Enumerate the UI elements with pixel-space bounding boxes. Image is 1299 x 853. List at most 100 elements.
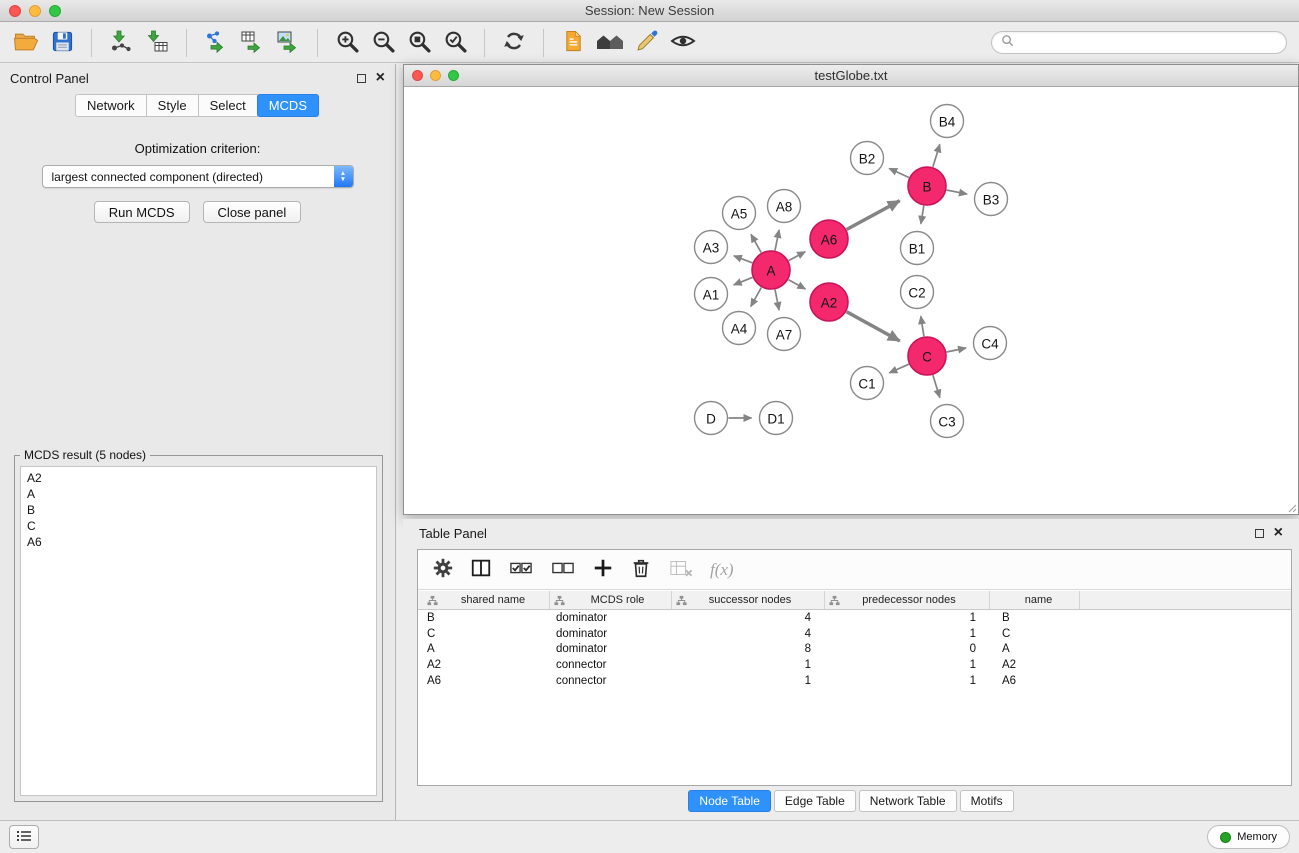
graph-node-A7[interactable]: A7 [768,318,801,351]
table-cell[interactable]: 1 [825,612,990,624]
float-panel-icon[interactable] [1255,529,1264,538]
table-cell[interactable]: A6 [418,675,550,687]
graph-node-D1[interactable]: D1 [760,402,793,435]
graph-node-B2[interactable]: B2 [851,142,884,175]
table-cell[interactable]: B [990,612,1080,624]
tab-select[interactable]: Select [198,94,258,117]
export-image-button[interactable] [272,27,304,59]
graph-node-A2[interactable]: A2 [810,283,848,321]
graph-edge-A-A5[interactable] [751,234,761,252]
graph-edge-A-A6[interactable] [789,252,806,261]
reset-views-button[interactable] [593,27,627,59]
export-network-button[interactable] [200,27,232,59]
graph-edge-B-B4[interactable] [933,144,940,167]
table-cell[interactable]: dominator [550,628,672,640]
network-zoom-button[interactable] [448,70,459,81]
tab-motifs[interactable]: Motifs [960,790,1014,812]
graph-node-B3[interactable]: B3 [975,183,1008,216]
column-header-shared-name[interactable]: shared name [418,591,550,609]
graph-edge-A-A3[interactable] [734,256,752,263]
network-close-button[interactable] [412,70,423,81]
close-panel-icon[interactable]: × [1274,528,1283,538]
table-row[interactable]: Adominator80A [418,642,1291,658]
task-history-button[interactable] [9,825,39,849]
graph-node-C4[interactable]: C4 [974,327,1007,360]
table-cell[interactable]: A6 [990,675,1080,687]
minimize-window-button[interactable] [29,5,41,17]
open-file-button[interactable] [10,27,42,59]
mcds-result-item[interactable]: B [27,502,370,518]
table-cell[interactable]: C [418,628,550,640]
table-cell[interactable]: dominator [550,643,672,655]
show-columns-button[interactable] [470,557,492,582]
zoom-window-button[interactable] [49,5,61,17]
graph-node-A1[interactable]: A1 [695,278,728,311]
float-panel-icon[interactable] [357,74,366,83]
column-header-successor-nodes[interactable]: successor nodes [672,591,825,609]
table-cell[interactable]: B [418,612,550,624]
column-header-predecessor-nodes[interactable]: predecessor nodes [825,591,990,609]
delete-table-button[interactable] [668,557,694,582]
search-input[interactable] [1019,36,1277,50]
graph-node-B[interactable]: B [908,167,946,205]
table-cell[interactable]: 4 [672,612,825,624]
export-table-button[interactable] [236,27,268,59]
graph-edge-C-C4[interactable] [947,348,966,352]
graph-node-A[interactable]: A [752,251,790,289]
graph-node-A3[interactable]: A3 [695,231,728,264]
run-mcds-button[interactable]: Run MCDS [94,201,190,223]
import-network-button[interactable] [105,27,137,59]
table-settings-button[interactable] [432,557,454,582]
function-builder-button[interactable]: f(x) [710,560,734,580]
graph-node-B1[interactable]: B1 [901,232,934,265]
graph-node-A6[interactable]: A6 [810,220,848,258]
graph-node-A5[interactable]: A5 [723,197,756,230]
select-all-button[interactable] [508,557,534,582]
zoom-in-button[interactable] [331,27,363,59]
graph-edge-A-A1[interactable] [734,277,753,285]
graph-edge-A-A7[interactable] [775,290,779,310]
graph-edge-C-C1[interactable] [889,364,909,373]
table-cell[interactable]: connector [550,675,672,687]
table-cell[interactable]: A2 [990,659,1080,671]
graph-node-C2[interactable]: C2 [901,276,934,309]
table-row[interactable]: A6connector11A6 [418,673,1291,689]
delete-column-button[interactable] [630,557,652,582]
add-column-button[interactable] [592,557,614,582]
mcds-result-item[interactable]: C [27,518,370,534]
graph-node-C[interactable]: C [908,337,946,375]
graph-edge-A-A8[interactable] [775,230,779,250]
graph-node-A4[interactable]: A4 [723,312,756,345]
first-neighbors-button[interactable] [557,27,589,59]
graph-edge-A6-B[interactable] [847,201,900,230]
graph-node-C3[interactable]: C3 [931,405,964,438]
show-graphics-details-button[interactable] [667,27,699,59]
zoom-selected-button[interactable] [439,27,471,59]
graph-node-A8[interactable]: A8 [768,190,801,223]
table-cell[interactable]: 8 [672,643,825,655]
graph-node-B4[interactable]: B4 [931,105,964,138]
table-cell[interactable]: A [418,643,550,655]
deselect-all-button[interactable] [550,557,576,582]
close-panel-button[interactable]: Close panel [203,201,302,223]
zoom-out-button[interactable] [367,27,399,59]
memory-button[interactable]: Memory [1207,825,1290,849]
graph-edge-B-B1[interactable] [921,206,924,224]
graph-edge-A-A2[interactable] [789,280,806,289]
graph-node-C1[interactable]: C1 [851,367,884,400]
graph-edge-B-B3[interactable] [947,190,967,194]
network-canvas[interactable]: B4 B2 B B3 A5 A8 A6 A3 B1 A A1 C2 A2 A4 A7 C C4 C1 C3 D D1 [404,88,1298,514]
column-header-mcds-role[interactable]: MCDS role [550,591,672,609]
table-cell[interactable]: C [990,628,1080,640]
graph-node-D[interactable]: D [695,402,728,435]
close-panel-icon[interactable]: × [376,73,385,83]
graph-edge-B-B2[interactable] [889,168,909,177]
column-header-name[interactable]: name [990,591,1080,609]
table-row[interactable]: A2connector11A2 [418,657,1291,673]
save-session-button[interactable] [46,27,78,59]
mcds-result-item[interactable]: A2 [27,470,370,486]
apply-style-button[interactable] [631,27,663,59]
tab-style[interactable]: Style [146,94,199,117]
zoom-fit-button[interactable] [403,27,435,59]
table-cell[interactable]: A [990,643,1080,655]
